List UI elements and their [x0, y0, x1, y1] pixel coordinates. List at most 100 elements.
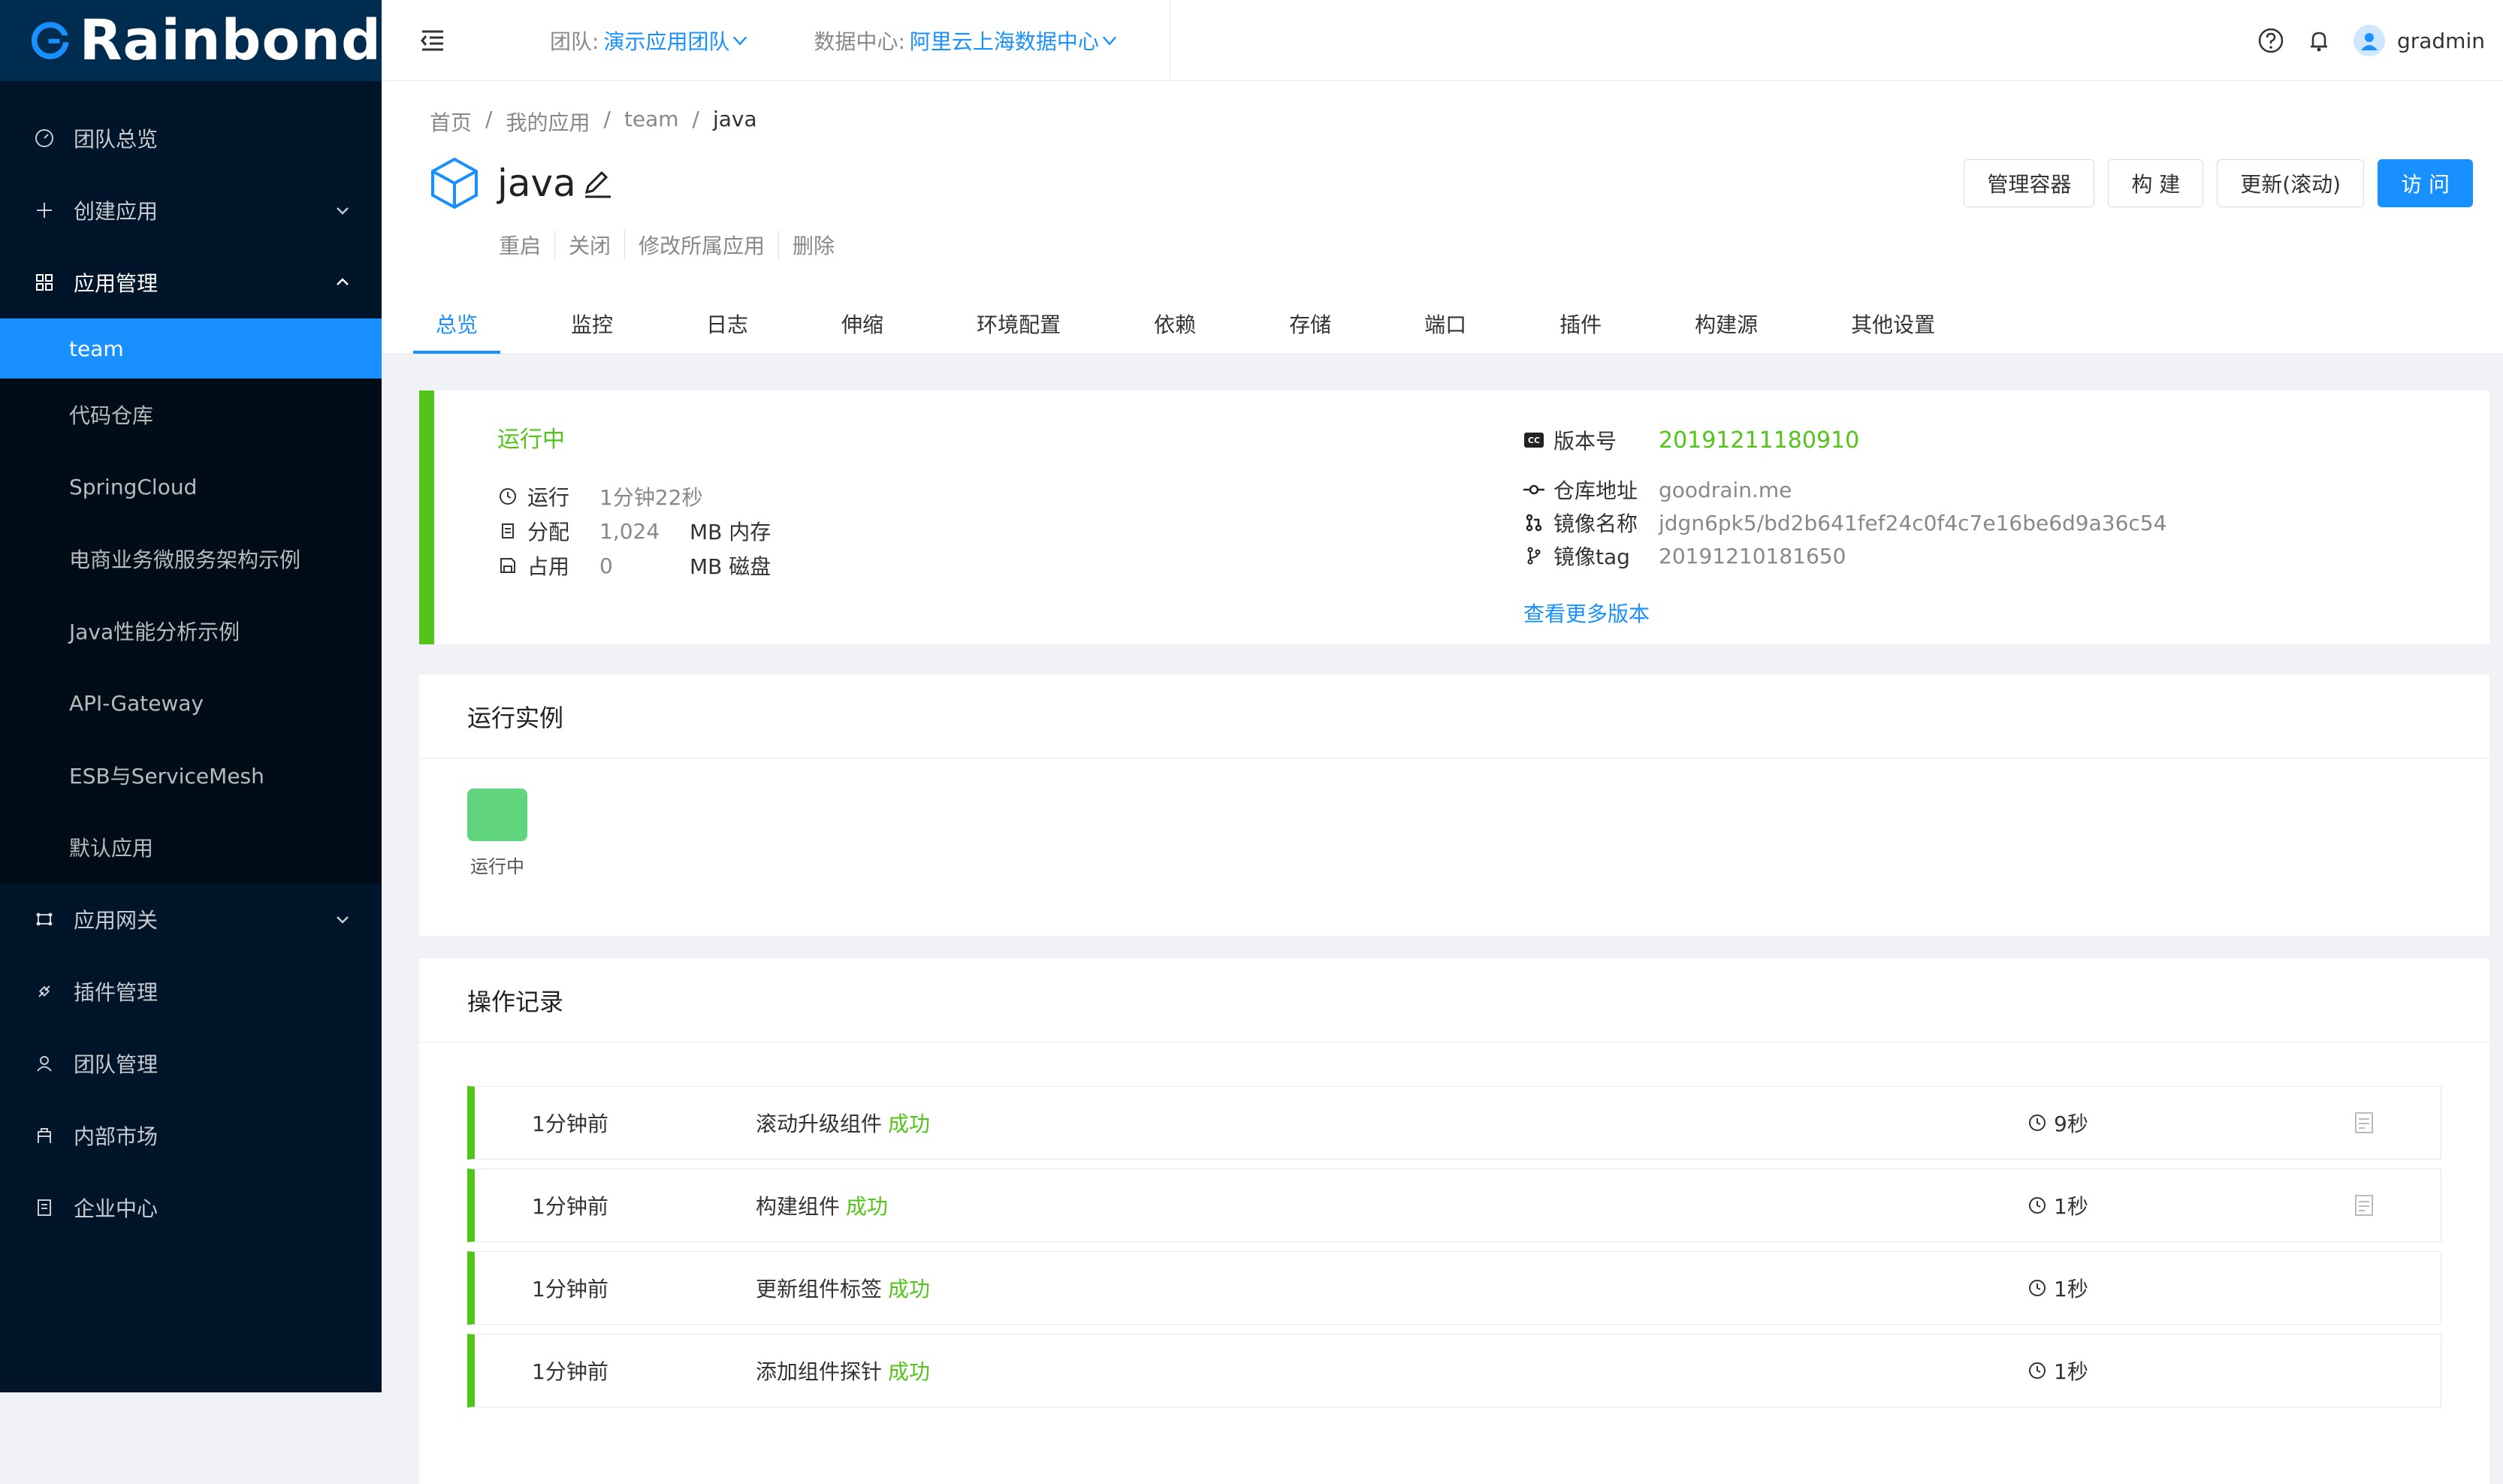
team-icon: [33, 1052, 56, 1075]
team-label: 团队:: [550, 26, 599, 56]
tab-other-settings[interactable]: 其他设置: [1828, 294, 1958, 354]
image-value: jdgn6pk5/bd2b641fef24c0f4c7e16be6d9a36c5…: [1659, 511, 2166, 535]
operation-log-card: 操作记录 1分钟前 滚动升级组件成功 9秒 1分钟前 构建组件成功 1秒: [419, 958, 2489, 1484]
log-duration: 1秒: [2028, 1190, 2088, 1220]
submenu-item-code-repo[interactable]: 代码仓库: [0, 379, 382, 451]
log-time: 1分钟前: [532, 1190, 608, 1220]
sidebar-item-overview[interactable]: 团队总览: [0, 102, 382, 174]
breadcrumb-current: java: [713, 107, 757, 137]
version-row: CC 版本号 20191211180910: [1523, 418, 2166, 463]
submenu-item-springcloud[interactable]: SpringCloud: [0, 451, 382, 523]
commit-icon: [1523, 479, 1544, 500]
operation-log-title: 操作记录: [419, 958, 2489, 1042]
more-versions-link[interactable]: 查看更多版本: [1523, 598, 1650, 628]
log-duration-value: 1秒: [2054, 1190, 2088, 1220]
edit-icon[interactable]: [581, 167, 614, 200]
page-header: 首页/ 我的应用/ team/ java java 重启 关闭 修改所属应用 删…: [382, 81, 2503, 354]
build-button[interactable]: 构 建: [2108, 159, 2203, 207]
repo-value: goodrain.me: [1659, 478, 1792, 502]
app-title-row: java: [430, 156, 614, 210]
sidebar-item-gateway[interactable]: 应用网关: [0, 883, 382, 955]
sidebar-item-market[interactable]: 内部市场: [0, 1099, 382, 1172]
gateway-icon: [33, 908, 56, 931]
api-icon: [33, 980, 56, 1003]
logo[interactable]: Rainbond: [0, 0, 382, 81]
tab-build-source[interactable]: 构建源: [1672, 294, 1780, 354]
log-time: 1分钟前: [532, 1108, 608, 1138]
log-duration: 9秒: [2028, 1108, 2088, 1138]
tab-scaling[interactable]: 伸缩: [819, 294, 906, 354]
tag-label: 镜像tag: [1553, 541, 1659, 571]
sidebar-item-team-management[interactable]: 团队管理: [0, 1027, 382, 1099]
header-buttons: 管理容器 构 建 更新(滚动) 访 问: [1964, 159, 2473, 207]
disk-unit: MB 磁盘: [690, 550, 771, 581]
repo-row: 仓库地址 goodrain.me: [1523, 473, 2166, 506]
menu-fold-icon[interactable]: [418, 26, 448, 56]
change-app-link[interactable]: 修改所属应用: [625, 230, 779, 260]
tab-plugins[interactable]: 插件: [1537, 294, 1624, 354]
submenu-item-java-perf[interactable]: Java性能分析示例: [0, 595, 382, 667]
tab-storage[interactable]: 存储: [1267, 294, 1354, 354]
disk-label: 占用: [527, 550, 599, 581]
status-card: 运行中 运行 1分钟22秒 分配 1,024 MB 内存 占用 0 MB 磁盘: [419, 391, 2489, 644]
close-link[interactable]: 关闭: [555, 230, 625, 260]
visit-button[interactable]: 访 问: [2378, 159, 2473, 207]
memory-icon: [497, 520, 518, 541]
sidebar-item-create-app[interactable]: 创建应用: [0, 174, 382, 246]
log-duration: 1秒: [2028, 1356, 2088, 1386]
submenu-item-default-app[interactable]: 默认应用: [0, 811, 382, 883]
submenu-item-team[interactable]: team: [0, 318, 382, 379]
sidebar-item-app-management[interactable]: 应用管理: [0, 246, 382, 318]
restart-link[interactable]: 重启: [499, 230, 555, 260]
alloc-label: 分配: [527, 516, 599, 546]
breadcrumb-home[interactable]: 首页: [430, 107, 472, 137]
help-icon[interactable]: [2257, 27, 2284, 54]
log-time: 1分钟前: [532, 1273, 608, 1303]
sidebar-item-label: 创建应用: [74, 195, 158, 225]
tab-logs[interactable]: 日志: [684, 294, 771, 354]
datacenter-selector[interactable]: 数据中心: 阿里云上海数据中心: [814, 26, 1119, 56]
team-selector[interactable]: 团队: 演示应用团队: [550, 26, 750, 56]
sidebar-item-plugins[interactable]: 插件管理: [0, 955, 382, 1027]
tab-monitor[interactable]: 监控: [548, 294, 636, 354]
tab-overview[interactable]: 总览: [413, 294, 500, 354]
log-desc-text: 添加组件探针: [756, 1359, 882, 1384]
manage-container-button[interactable]: 管理容器: [1964, 159, 2094, 207]
user-menu[interactable]: gradmin: [2354, 25, 2485, 56]
delete-link[interactable]: 删除: [779, 230, 848, 260]
tab-ports[interactable]: 端口: [1402, 294, 1489, 354]
clock-icon: [2028, 1362, 2046, 1380]
sidebar-item-label: 插件管理: [74, 976, 158, 1006]
log-file-icon[interactable]: [2354, 1194, 2374, 1217]
submenu-item-ecommerce[interactable]: 电商业务微服务架构示例: [0, 523, 382, 595]
clock-icon: [497, 486, 518, 507]
log-duration-value: 9秒: [2054, 1108, 2088, 1138]
tab-bar: 总览 监控 日志 伸缩 环境配置 依赖 存储 端口 插件 构建源 其他设置: [413, 294, 2006, 354]
submenu-item-api-gateway[interactable]: API-Gateway: [0, 667, 382, 739]
tab-dependency[interactable]: 依赖: [1131, 294, 1218, 354]
branch-icon: [1523, 545, 1544, 566]
breadcrumb-my-apps[interactable]: 我的应用: [506, 107, 590, 137]
log-result: 成功: [888, 1111, 930, 1136]
instance-item[interactable]: 运行中: [467, 789, 527, 878]
instance-status-block[interactable]: [467, 789, 527, 841]
copyright-icon: CC: [1523, 430, 1544, 451]
bell-icon[interactable]: [2305, 27, 2332, 54]
log-file-icon[interactable]: [2354, 1111, 2374, 1134]
sidebar-item-label: 内部市场: [74, 1121, 158, 1151]
submenu-item-esb[interactable]: ESB与ServiceMesh: [0, 739, 382, 811]
rolling-update-button[interactable]: 更新(滚动): [2217, 159, 2364, 207]
shop-icon: [33, 1124, 56, 1147]
breadcrumb-team[interactable]: team: [624, 107, 679, 137]
repo-label: 仓库地址: [1553, 475, 1659, 505]
memory-row: 分配 1,024 MB 内存: [497, 514, 771, 548]
chevron-down-icon: [729, 30, 750, 51]
tab-env[interactable]: 环境配置: [954, 294, 1083, 354]
datacenter-label: 数据中心:: [814, 26, 904, 56]
chevron-up-icon: [334, 273, 352, 291]
sidebar-item-enterprise[interactable]: 企业中心: [0, 1172, 382, 1244]
header-actions: gradmin: [2257, 0, 2485, 81]
instances-card: 运行实例 运行中: [419, 674, 2489, 936]
sidebar-item-label: 团队总览: [74, 123, 158, 153]
version-label: 版本号: [1553, 425, 1659, 455]
